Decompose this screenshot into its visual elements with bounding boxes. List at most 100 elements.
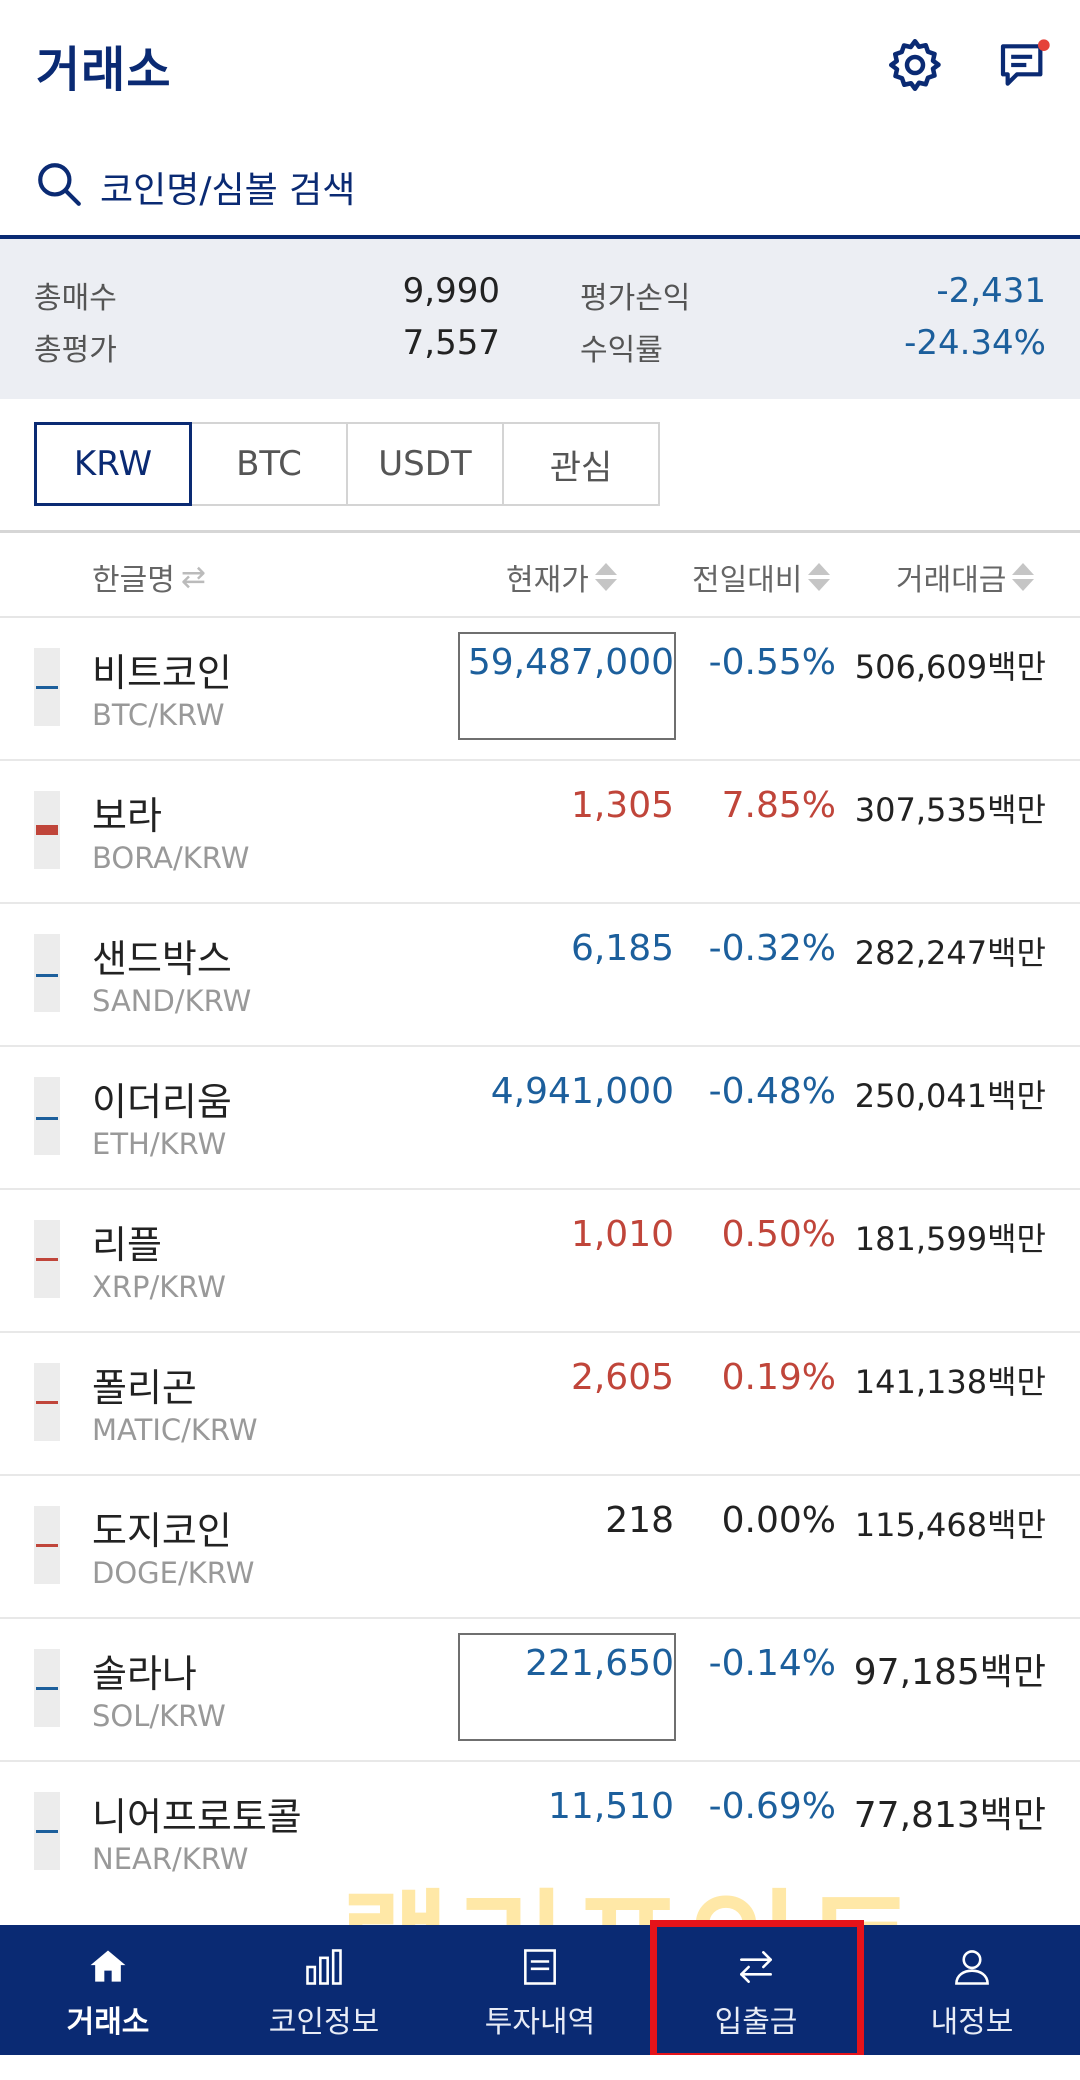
coin-change: -0.14% — [708, 1643, 836, 1684]
tab-favorites[interactable]: 관심 — [502, 422, 660, 506]
return-value: -24.34% — [904, 323, 1046, 363]
gear-icon[interactable] — [885, 35, 945, 95]
coin-price: 1,010 — [570, 1214, 674, 1255]
coin-name: 보라 — [92, 794, 162, 838]
coin-change: -0.48% — [708, 1071, 836, 1112]
market-tabs: KRW BTC USDT 관심 — [34, 422, 660, 506]
swap-icon: ⇄ — [180, 559, 206, 595]
coin-symbol: DOGE/KRW — [92, 1556, 255, 1590]
coin-row-matic[interactable]: 폴리곤 MATIC/KRW 2,605 0.19% 141,138백만 — [0, 1333, 1080, 1476]
mini-candle — [34, 934, 60, 1012]
mini-candle — [34, 791, 60, 869]
portfolio-summary: 총매수 9,990 총평가 7,557 평가손익 -2,431 수익률 -24.… — [0, 239, 1080, 399]
total-eval-label: 총평가 — [34, 333, 117, 368]
coin-row-doge[interactable]: 도지코인 DOGE/KRW 218 0.00% 115,468백만 — [0, 1476, 1080, 1619]
pnl-value: -2,431 — [936, 271, 1046, 311]
coin-change: -0.55% — [708, 642, 836, 683]
column-volume-label: 거래대금 — [896, 563, 1007, 598]
coin-volume: 181,599백만 — [854, 1220, 1046, 1258]
coin-name: 니어프로토콜 — [92, 1795, 302, 1839]
coin-change: -0.32% — [708, 928, 836, 969]
nav-coin-info[interactable]: 코인정보 — [216, 1925, 432, 2055]
mini-candle — [34, 1077, 60, 1155]
coin-row-bora[interactable]: 보라 BORA/KRW 1,305 7.85% 307,535백만 — [0, 761, 1080, 904]
nav-exchange[interactable]: 거래소 — [0, 1925, 216, 2055]
sort-arrows-icon — [594, 561, 617, 593]
coin-change: 7.85% — [721, 785, 836, 826]
sort-name-button[interactable]: 한글명 ⇄ — [92, 555, 206, 599]
coin-name: 폴리곤 — [92, 1366, 197, 1410]
sort-volume-button[interactable]: 거래대금 — [896, 555, 1035, 599]
sort-change-button[interactable]: 전일대비 — [692, 555, 831, 599]
app-header: 거래소 — [0, 0, 1080, 135]
nav-investment-history[interactable]: 투자내역 — [432, 1925, 648, 2055]
search-input[interactable]: 코인명/심볼 검색 — [100, 161, 355, 213]
chat-icon[interactable] — [996, 36, 1052, 94]
coin-price: 1,305 — [570, 785, 674, 826]
bottom-strip — [0, 2055, 1080, 2080]
sort-arrows-icon — [1012, 561, 1035, 593]
coin-change: -0.69% — [708, 1786, 836, 1827]
document-icon — [524, 1949, 556, 1985]
tab-usdt[interactable]: USDT — [346, 422, 504, 506]
total-eval-value: 7,557 — [402, 323, 500, 363]
coin-row-btc[interactable]: 비트코인 BTC/KRW 59,487,000 -0.55% 506,609백만 — [0, 618, 1080, 761]
tab-krw[interactable]: KRW — [34, 422, 192, 506]
coin-volume: 115,468백만 — [854, 1506, 1046, 1544]
coin-name: 비트코인 — [92, 651, 232, 695]
coin-price: 4,941,000 — [490, 1071, 674, 1112]
mini-candle — [34, 1363, 60, 1441]
nav-label: 내정보 — [930, 2005, 1014, 2040]
coin-price: 2,605 — [570, 1357, 674, 1398]
tab-btc[interactable]: BTC — [190, 422, 348, 506]
coin-volume: 307,535백만 — [854, 791, 1046, 829]
nav-label: 거래소 — [66, 2005, 150, 2040]
coin-change: 0.00% — [721, 1500, 836, 1541]
mini-candle — [34, 1649, 60, 1727]
nav-my-info[interactable]: 내정보 — [864, 1925, 1080, 2055]
total-buy-value: 9,990 — [402, 271, 500, 311]
coin-name: 샌드박스 — [92, 937, 232, 981]
mini-candle — [34, 1506, 60, 1584]
coin-symbol: SOL/KRW — [92, 1699, 226, 1733]
coin-name: 도지코인 — [92, 1509, 232, 1553]
search-bar[interactable]: 코인명/심볼 검색 — [0, 135, 1080, 239]
return-label: 수익률 — [580, 333, 663, 368]
column-change-label: 전일대비 — [692, 563, 803, 598]
coin-name: 솔라나 — [92, 1652, 197, 1696]
search-icon — [38, 163, 81, 206]
coin-row-sol[interactable]: 솔라나 SOL/KRW 221,650 -0.14% 97,185백만 — [0, 1619, 1080, 1762]
coin-volume: 97,185백만 — [853, 1652, 1046, 1693]
coin-row-sand[interactable]: 샌드박스 SAND/KRW 6,185 -0.32% 282,247백만 — [0, 904, 1080, 1047]
coin-price: 218 — [605, 1500, 674, 1541]
coin-row-xrp[interactable]: 리플 XRP/KRW 1,010 0.50% 181,599백만 — [0, 1190, 1080, 1333]
coin-symbol: NEAR/KRW — [92, 1842, 249, 1876]
nav-label: 코인정보 — [268, 2005, 380, 2040]
bottom-nav: 거래소 코인정보 투자내역 입출금 내정보 — [0, 1925, 1080, 2055]
highlight-box — [650, 1920, 864, 2060]
column-header: 한글명 ⇄ 현재가 전일대비 거래대금 — [0, 530, 1080, 618]
coin-price: 11,510 — [548, 1786, 674, 1827]
coin-symbol: MATIC/KRW — [92, 1413, 258, 1447]
nav-label: 투자내역 — [484, 2005, 596, 2040]
mini-candle — [34, 648, 60, 726]
page-title: 거래소 — [36, 42, 172, 98]
sort-arrows-icon — [808, 561, 831, 593]
pnl-label: 평가손익 — [580, 281, 691, 316]
coin-volume: 77,813백만 — [853, 1795, 1046, 1836]
coin-row-eth[interactable]: 이더리움 ETH/KRW 4,941,000 -0.48% 250,041백만 — [0, 1047, 1080, 1190]
coin-name: 이더리움 — [92, 1080, 232, 1124]
coin-symbol: BORA/KRW — [92, 841, 250, 875]
coin-symbol: XRP/KRW — [92, 1270, 226, 1304]
user-icon — [955, 1950, 989, 1985]
coin-volume: 250,041백만 — [854, 1077, 1046, 1115]
column-price-label: 현재가 — [506, 563, 589, 598]
coin-name: 리플 — [92, 1223, 162, 1267]
sort-price-button[interactable]: 현재가 — [506, 555, 617, 599]
coin-list: 비트코인 BTC/KRW 59,487,000 -0.55% 506,609백만… — [0, 618, 1080, 1905]
column-name-label: 한글명 — [92, 563, 175, 598]
mini-candle — [34, 1220, 60, 1298]
bar-chart-icon — [306, 1949, 342, 1985]
coin-change: 0.19% — [721, 1357, 836, 1398]
coin-volume: 282,247백만 — [854, 934, 1046, 972]
